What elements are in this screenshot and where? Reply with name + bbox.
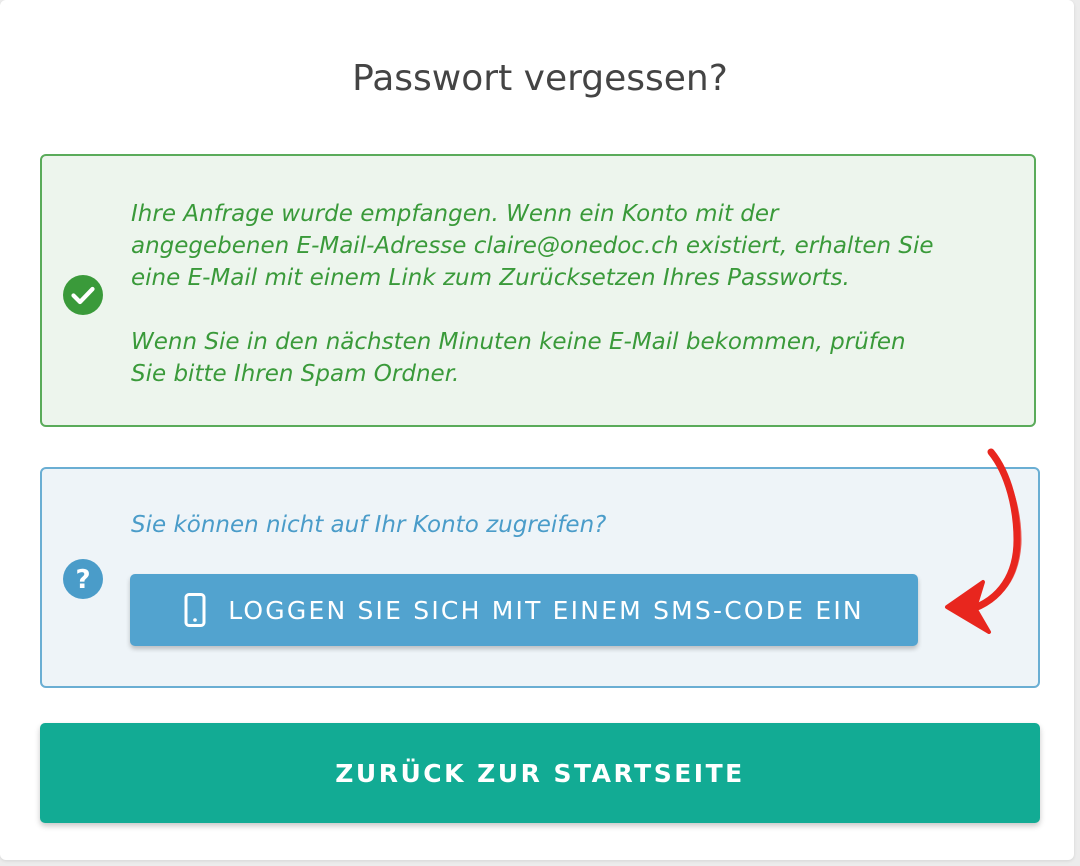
account-access-question: Sie können nicht auf Ihr Konto zugreifen… xyxy=(131,512,607,538)
question-circle-icon: ? xyxy=(63,559,103,599)
check-circle-icon xyxy=(63,275,103,315)
forgot-password-card: Passwort vergessen? Ihre Anfrage wurde e… xyxy=(0,0,1074,860)
svg-text:?: ? xyxy=(75,565,90,595)
success-alert: Ihre Anfrage wurde empfangen. Wenn ein K… xyxy=(40,154,1036,427)
success-paragraph-1: Ihre Anfrage wurde empfangen. Wenn ein K… xyxy=(131,201,934,291)
sms-login-button[interactable]: LOGGEN SIE SICH MIT EINEM SMS-CODE EIN xyxy=(130,574,918,646)
page-title: Passwort vergessen? xyxy=(352,58,728,99)
sms-login-button-label: LOGGEN SIE SICH MIT EINEM SMS-CODE EIN xyxy=(228,595,864,625)
mobile-phone-icon xyxy=(184,593,206,627)
back-to-home-button[interactable]: ZURÜCK ZUR STARTSEITE xyxy=(40,723,1040,823)
red-arrow-annotation xyxy=(945,448,1022,634)
info-alert: ? Sie können nicht auf Ihr Konto zugreif… xyxy=(40,467,1040,688)
success-message: Ihre Anfrage wurde empfangen. Wenn ein K… xyxy=(131,198,1031,390)
success-paragraph-2: Wenn Sie in den nächsten Minuten keine E… xyxy=(131,329,906,387)
